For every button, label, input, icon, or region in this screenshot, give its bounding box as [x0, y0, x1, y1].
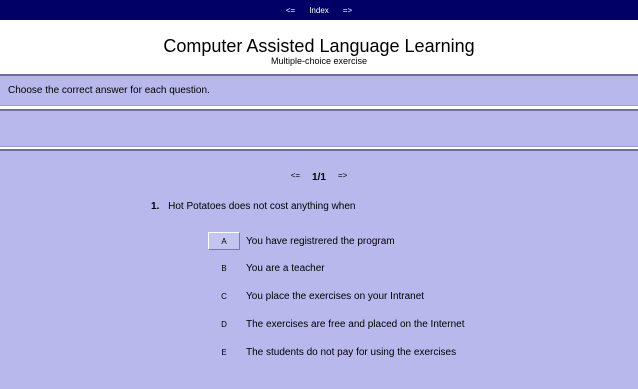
answer-c-button[interactable]: C [208, 287, 240, 305]
answer-e-button[interactable]: E [208, 343, 240, 361]
answer-b-button[interactable]: B [208, 259, 240, 277]
question-panel: <= 1/1 => 1. Hot Potatoes does not cost … [0, 149, 638, 389]
answer-text: You have registrered the program [246, 235, 395, 247]
instructions-panel: Choose the correct answer for each quest… [0, 74, 638, 106]
answer-text: You are a teacher [246, 262, 325, 274]
instructions-text: Choose the correct answer for each quest… [8, 85, 210, 96]
top-navigation-bar: <= Index => [0, 0, 638, 20]
page-header: Computer Assisted Language Learning Mult… [0, 20, 638, 70]
answer-d-button[interactable]: D [208, 315, 240, 333]
feedback-panel [0, 109, 638, 147]
answer-text: The exercises are free and placed on the… [246, 318, 465, 330]
next-question-button[interactable]: => [338, 171, 347, 180]
question: 1. Hot Potatoes does not cost anything w… [151, 201, 355, 212]
answer-option: A You have registrered the program [208, 232, 395, 250]
question-text: Hot Potatoes does not cost anything when [168, 201, 356, 212]
page-title: Computer Assisted Language Learning [163, 36, 475, 56]
prev-question-button[interactable]: <= [291, 171, 300, 180]
answer-option: C You place the exercises on your Intran… [208, 287, 424, 305]
answer-text: You place the exercises on your Intranet [246, 290, 425, 302]
index-link[interactable]: Index [309, 6, 329, 15]
question-navigation: <= 1/1 => [0, 169, 638, 183]
next-exercise-link[interactable]: => [343, 6, 352, 15]
answer-a-button[interactable]: A [208, 232, 240, 250]
prev-exercise-link[interactable]: <= [286, 6, 295, 15]
answer-option: E The students do not pay for using the … [208, 343, 456, 361]
answer-option: D The exercises are free and placed on t… [208, 315, 464, 333]
answer-option: B You are a teacher [208, 259, 325, 277]
answer-text: The students do not pay for using the ex… [246, 346, 457, 358]
question-counter: 1/1 [312, 172, 326, 183]
page-subtitle: Multiple-choice exercise [270, 56, 368, 66]
question-number: 1. [151, 201, 160, 212]
